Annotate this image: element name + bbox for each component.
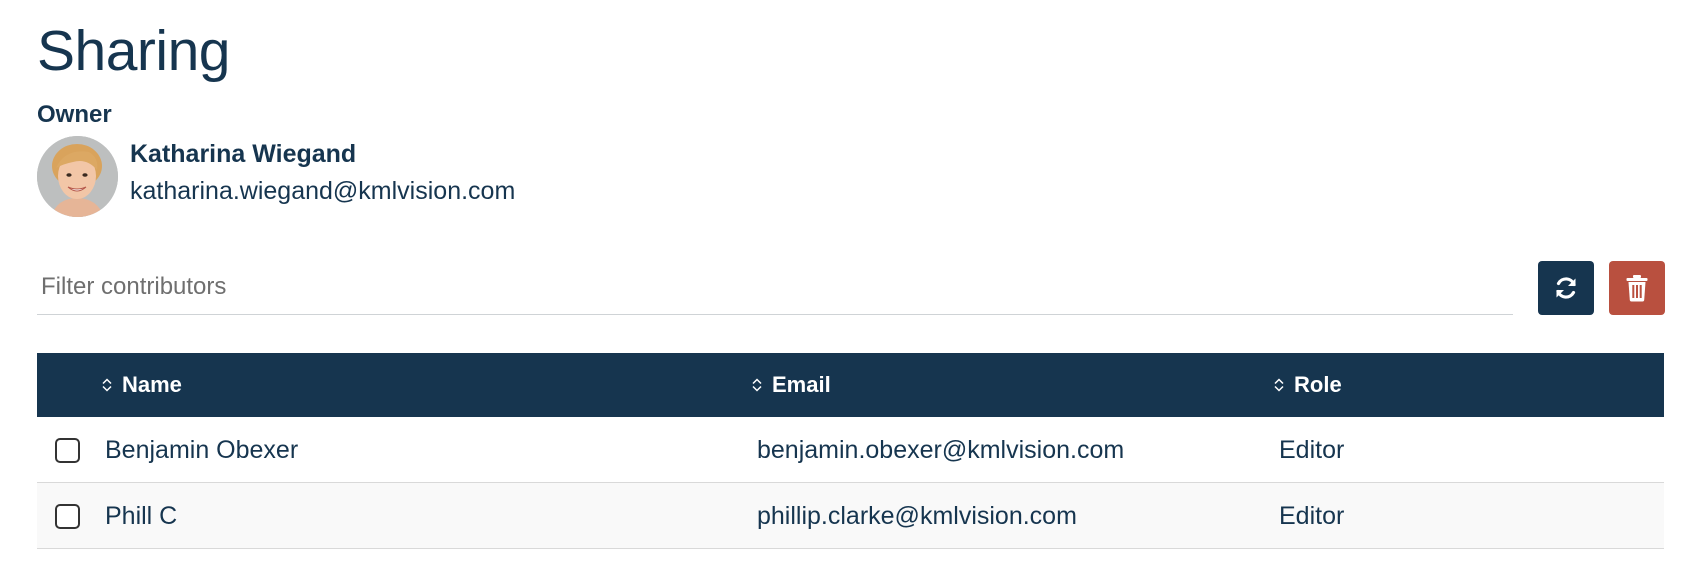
- column-header-label: Email: [772, 372, 831, 397]
- sharing-page: Sharing Owner Katharina Wiegand katharin…: [0, 0, 1696, 573]
- column-header-name[interactable]: Name: [101, 353, 182, 417]
- trash-icon: [1626, 275, 1648, 302]
- sort-icon: [102, 378, 112, 392]
- avatar: [37, 136, 118, 217]
- cell-role: Editor: [1279, 501, 1345, 530]
- owner-label: Owner: [37, 101, 112, 128]
- table-row[interactable]: Benjamin Obexer benjamin.obexer@kmlvisio…: [37, 417, 1664, 483]
- contributors-table: Name Email Role Benjamin Obexer benjamin…: [37, 353, 1664, 549]
- cell-role: Editor: [1279, 435, 1345, 464]
- delete-button[interactable]: [1609, 261, 1665, 315]
- column-header-label: Name: [122, 372, 182, 397]
- cell-name: Phill C: [105, 501, 178, 530]
- refresh-icon: [1556, 277, 1576, 299]
- row-checkbox[interactable]: [55, 438, 80, 463]
- sort-icon: [1274, 378, 1284, 392]
- avatar-photo: [37, 136, 118, 217]
- table-header: Name Email Role: [37, 353, 1664, 417]
- column-header-role[interactable]: Role: [1273, 353, 1342, 417]
- column-header-label: Role: [1294, 372, 1342, 397]
- filter-contributors-input[interactable]: [37, 258, 1513, 314]
- owner-email: katharina.wiegand@kmlvision.com: [130, 177, 516, 205]
- owner-name: Katharina Wiegand: [130, 140, 357, 168]
- refresh-button[interactable]: [1538, 261, 1594, 315]
- page-title: Sharing: [37, 19, 230, 83]
- row-checkbox[interactable]: [55, 504, 80, 529]
- filter-field: [37, 258, 1513, 315]
- sort-icon: [752, 378, 762, 392]
- table-row[interactable]: Phill C phillip.clarke@kmlvision.com Edi…: [37, 483, 1664, 549]
- cell-email: benjamin.obexer@kmlvision.com: [757, 435, 1125, 464]
- column-header-email[interactable]: Email: [751, 353, 831, 417]
- cell-name: Benjamin Obexer: [105, 435, 299, 464]
- cell-email: phillip.clarke@kmlvision.com: [757, 501, 1077, 530]
